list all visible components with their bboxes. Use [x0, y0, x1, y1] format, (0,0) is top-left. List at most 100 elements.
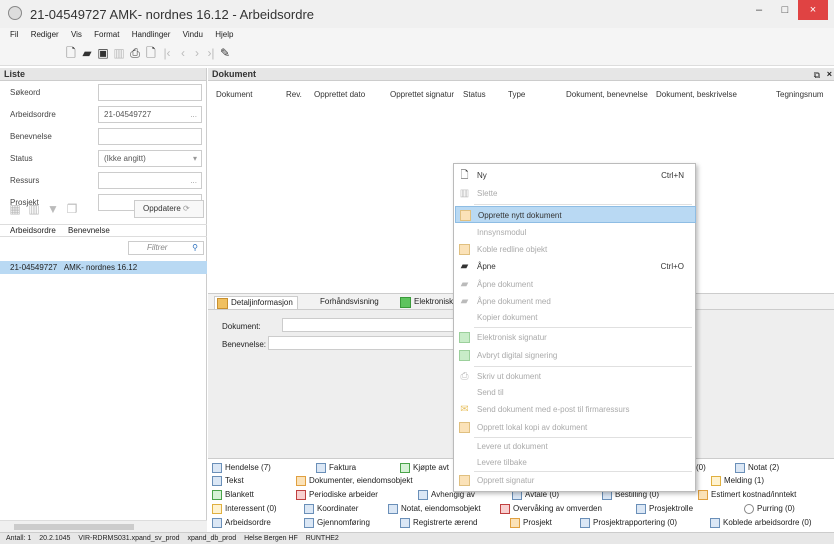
arbeidsordre-input[interactable]: 21-04549727... — [98, 106, 202, 123]
search-icon[interactable]: ⚲ — [192, 242, 198, 254]
menu-item-apne[interactable]: ▰ Åpne Ctrl+O — [455, 258, 696, 275]
column-status[interactable]: Status — [463, 90, 486, 99]
preview-icon[interactable]: 🗋 — [144, 46, 158, 60]
update-button[interactable]: Oppdatere ⟳ — [134, 200, 204, 218]
menu-handlinger[interactable]: Handlinger — [132, 28, 171, 42]
menu-item-apne-dokument-med[interactable]: ▰ Åpne dokument med — [455, 293, 696, 310]
horizontal-scrollbar[interactable] — [0, 520, 207, 532]
menu-item-opprett-signatur[interactable]: Opprett signatur — [455, 472, 696, 489]
menu-item-skriv-ut[interactable]: ⎙ Skriv ut dokument — [455, 368, 696, 385]
benevnelse-input[interactable] — [98, 128, 202, 145]
menu-item-elektronisk-signatur[interactable]: Elektronisk signatur — [455, 329, 696, 346]
search-input[interactable] — [98, 84, 202, 101]
link-hendelse[interactable]: Hendelse (7) — [212, 462, 271, 473]
minimize-button[interactable]: – — [746, 0, 772, 20]
link-tekst[interactable]: Tekst — [212, 475, 244, 486]
link-prosjektrolle[interactable]: Prosjektrolle — [636, 503, 693, 514]
menu-format[interactable]: Format — [94, 28, 119, 42]
menu-item-slette[interactable]: ▥ Slette — [455, 185, 696, 202]
link-gjennomforing[interactable]: Gjennomføring — [304, 517, 370, 528]
column-dokument-beskrivelse[interactable]: Dokument, beskrivelse — [656, 90, 737, 99]
menu-vis[interactable]: Vis — [71, 28, 82, 42]
column-dokument-benevnelse[interactable]: Dokument, benevnelse — [566, 90, 648, 99]
column-type[interactable]: Type — [508, 90, 525, 99]
column-opprettet-signatur[interactable]: Opprettet signatur — [390, 90, 454, 99]
filter-input[interactable]: Filtrer ⚲ — [128, 241, 204, 255]
menu-item-ny[interactable]: 🗋 Ny Ctrl+N — [455, 167, 696, 184]
menu-fil[interactable]: Fil — [10, 28, 18, 42]
link-dokumenter-eiendomsobjekt[interactable]: Dokumenter, eiendomsobjekt — [296, 475, 413, 486]
invoice-icon — [316, 463, 326, 473]
menu-item-send-epost[interactable]: ✉ Send dokument med e-post til firmaressu… — [455, 401, 696, 418]
new-document-icon[interactable]: 🗋 — [64, 46, 78, 60]
column-tegningsnum[interactable]: Tegningsnum — [776, 90, 824, 99]
attachment-icon[interactable]: ✎ — [218, 46, 232, 60]
close-button[interactable]: × — [798, 0, 828, 20]
link-faktura[interactable]: Faktura — [316, 462, 356, 473]
link-prosjektrapportering[interactable]: Prosjektrapportering (0) — [580, 517, 677, 528]
print-icon[interactable]: ⎙ — [128, 46, 142, 60]
maximize-button[interactable]: □ — [772, 0, 798, 20]
menu-item-levere-tilbake[interactable]: Levere tilbake — [455, 454, 696, 471]
column-opprettet-dato[interactable]: Opprettet dato — [314, 90, 365, 99]
link-interessent[interactable]: Interessent (0) — [212, 503, 277, 514]
menu-rediger[interactable]: Rediger — [31, 28, 59, 42]
monitor-icon — [500, 504, 510, 514]
ressurs-input[interactable]: ... — [98, 172, 202, 189]
open-folder-icon[interactable]: ▰ — [80, 46, 94, 60]
column-benevnelse[interactable]: Benevnelse — [68, 226, 110, 235]
column-rev[interactable]: Rev. — [286, 90, 302, 99]
status-select[interactable]: (Ikke angitt) ▾ — [98, 150, 202, 167]
delete-icon[interactable]: ▥ — [27, 202, 41, 216]
tab-forhandsvisning[interactable]: Forhåndsvisning — [316, 296, 383, 310]
link-melding[interactable]: Melding (1) — [711, 475, 764, 486]
list-item[interactable]: 21-04549727 AMK- nordnes 16.12 — [0, 261, 207, 274]
delete-icon[interactable]: ▥ — [112, 46, 126, 60]
menu-item-koble-redline[interactable]: Koble redline objekt — [455, 241, 696, 258]
prev-record-icon[interactable]: ‹ — [176, 46, 190, 60]
menu-item-innsynsmodul[interactable]: Innsynsmodul — [455, 224, 696, 241]
grid-icon[interactable]: ▦ — [8, 202, 22, 216]
link-periodiske-arbeider[interactable]: Periodiske arbeider — [296, 489, 378, 500]
link-count[interactable]: (0) — [696, 462, 706, 473]
ellipsis-icon[interactable]: ... — [190, 173, 197, 188]
first-record-icon[interactable]: |‹ — [160, 46, 174, 60]
copy-icon[interactable]: ❐ — [65, 202, 79, 216]
link-koblede-arbeidsordre[interactable]: Koblede arbeidsordre (0) — [710, 517, 812, 528]
dependency-icon — [418, 490, 428, 500]
close-icon[interactable]: × — [827, 69, 832, 79]
tab-elektronisk[interactable]: Elektronisk — [398, 296, 457, 310]
link-notat[interactable]: Notat (2) — [735, 462, 779, 473]
link-overvaking[interactable]: Overvåking av omverden — [500, 503, 602, 514]
filter-icon[interactable]: ▼ — [46, 202, 60, 216]
menu-vindu[interactable]: Vindu — [183, 28, 203, 42]
link-blankett[interactable]: Blankett — [212, 489, 254, 500]
next-record-icon[interactable]: › — [190, 46, 204, 60]
link-estimert-kostnad[interactable]: Estimert kostnad/inntekt — [698, 489, 796, 500]
column-dokument[interactable]: Dokument — [216, 90, 252, 99]
scroll-thumb[interactable] — [14, 524, 134, 530]
ellipsis-icon[interactable]: ... — [190, 107, 197, 122]
column-arbeidsordre[interactable]: Arbeidsordre — [10, 226, 56, 235]
link-prosjekt[interactable]: Prosjekt — [510, 517, 552, 528]
menu-item-send-til[interactable]: Send til — [455, 384, 696, 401]
menu-item-levere-ut[interactable]: Levere ut dokument — [455, 438, 696, 455]
link-purring[interactable]: Purring (0) — [744, 503, 795, 514]
link-notat-eiendomsobjekt[interactable]: Notat, eiendomsobjekt — [388, 503, 481, 514]
save-icon[interactable]: ▣ — [96, 46, 110, 60]
popout-icon[interactable]: ⧉ — [814, 70, 820, 81]
menu-item-kopier-dokument[interactable]: Kopier dokument — [455, 309, 696, 326]
tab-detaljinformasjon[interactable]: Detaljinformasjon — [214, 296, 298, 310]
menu-item-opprette-nytt-dokument[interactable]: Opprette nytt dokument — [455, 206, 696, 223]
field-sokeord: Søkeord — [0, 84, 207, 104]
link-registrerte-aerend[interactable]: Registrerte ærend — [400, 517, 477, 528]
link-label: Estimert kostnad/inntekt — [711, 490, 797, 499]
menu-item-apne-dokument[interactable]: ▰ Åpne dokument — [455, 276, 696, 293]
last-record-icon[interactable]: ›| — [204, 46, 218, 60]
link-koordinater[interactable]: Koordinater — [304, 503, 358, 514]
menu-item-lokal-kopi[interactable]: Opprett lokal kopi av dokument — [455, 419, 696, 436]
menu-item-avbryt-digital-signering[interactable]: Avbryt digital signering — [455, 347, 696, 364]
link-arbeidsordre[interactable]: Arbeidsordre — [212, 517, 271, 528]
link-kjopte-avt[interactable]: Kjøpte avt — [400, 462, 449, 473]
menu-hjelp[interactable]: Hjelp — [215, 28, 233, 42]
